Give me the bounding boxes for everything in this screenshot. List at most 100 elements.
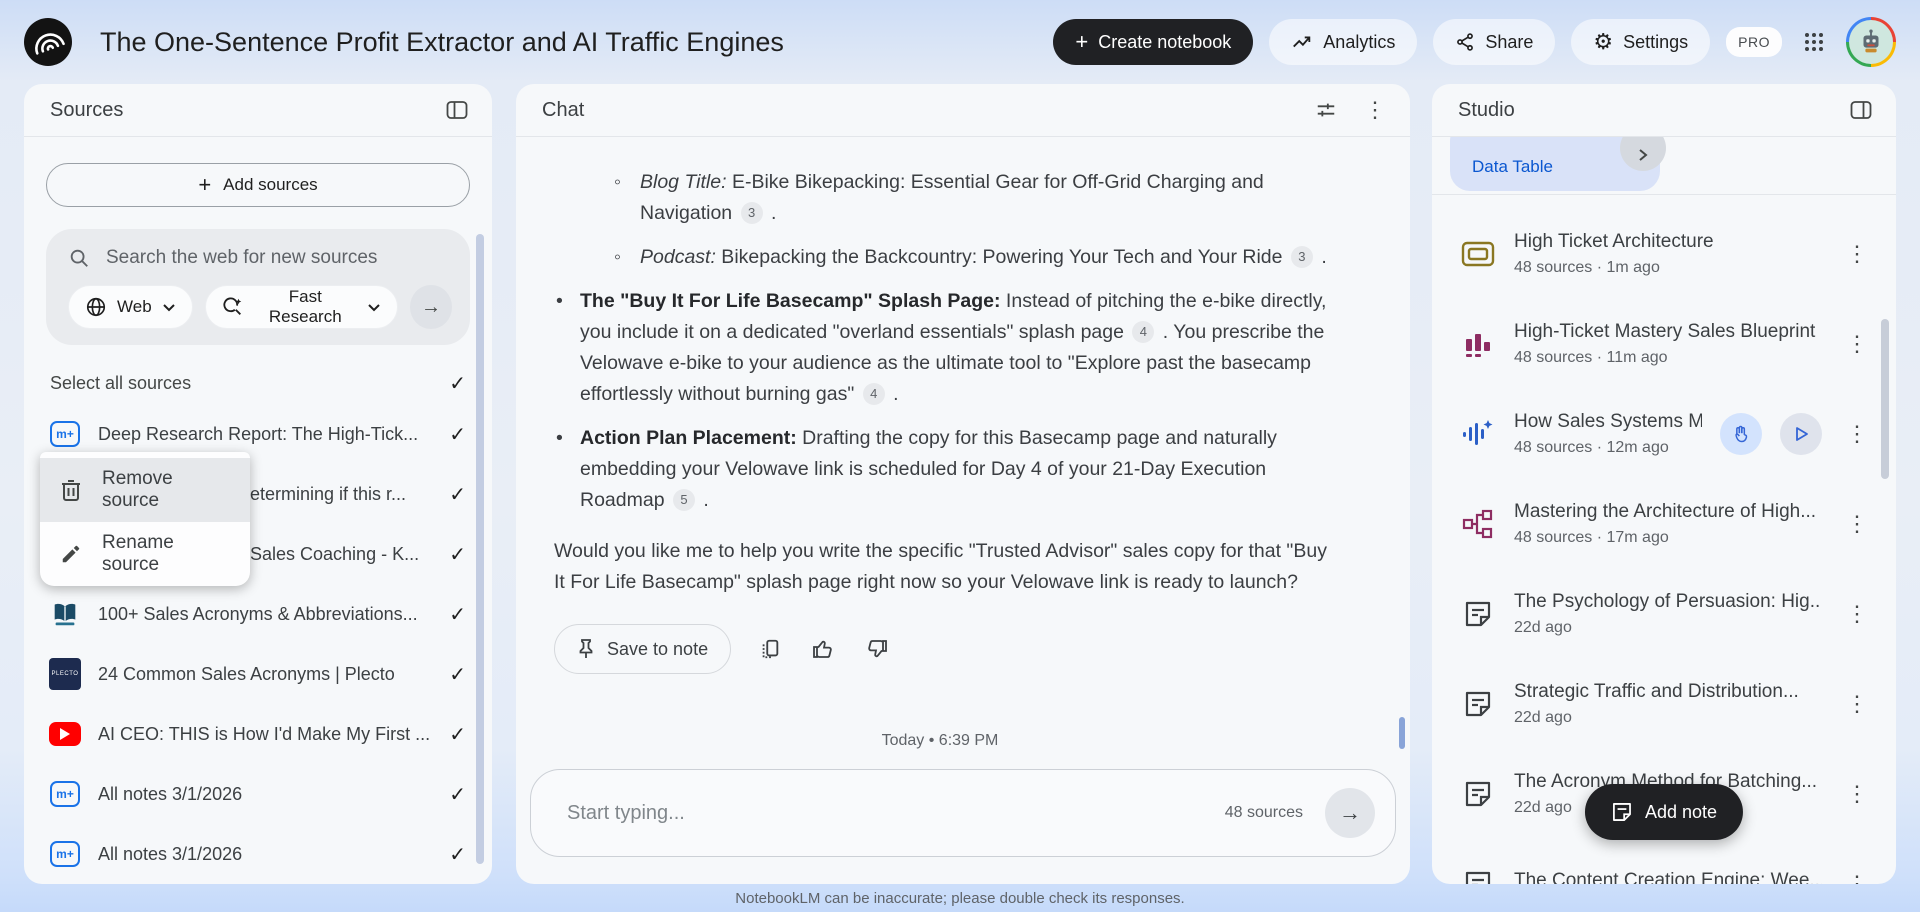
item-more-icon[interactable]: ⋮ [1840,237,1874,271]
expand-panel-icon[interactable] [1846,96,1876,124]
chat-message-area[interactable]: Blog Title: E-Bike Bikepacking: Essentia… [516,137,1410,753]
create-notebook-button[interactable]: + Create notebook [1053,19,1254,65]
data-table-label: Data Table [1472,157,1553,176]
item-more-icon[interactable]: ⋮ [1840,687,1874,721]
select-all-checkbox[interactable]: ✓ [449,371,466,396]
source-context-menu: Remove source Rename source [40,452,250,586]
add-sources-label: Add sources [223,175,318,194]
rename-source-label: Rename source [102,532,174,575]
source-checkbox[interactable]: ✓ [449,782,466,807]
source-row[interactable]: PLECTO 24 Common Sales Acronyms | Plecto… [24,644,492,704]
studio-item[interactable]: High-Ticket Mastery Sales Blueprint 48 s… [1432,299,1896,389]
item-more-icon[interactable]: ⋮ [1840,597,1874,631]
citation-badge[interactable]: 3 [740,201,763,224]
item-more-icon[interactable]: ⋮ [1840,507,1874,541]
chat-more-icon[interactable]: ⋮ [1360,93,1390,127]
research-mode-chip[interactable]: Fast Research [204,285,398,329]
citation-badge[interactable]: 4 [1132,320,1155,343]
citation-badge[interactable]: 4 [862,382,885,405]
chat-panel-title: Chat [542,98,585,121]
rename-source-menu-item[interactable]: Rename source [40,522,250,586]
studio-item[interactable]: Strategic Traffic and Distribution... 22… [1432,659,1896,749]
item-more-icon[interactable]: ⋮ [1840,327,1874,361]
studio-chip-zone: Data Table [1432,137,1896,195]
source-row[interactable]: m+ All notes 3/1/2026 ✓ [24,764,492,824]
studio-scrollbar[interactable] [1881,319,1889,479]
citation-badge[interactable]: 5 [672,488,695,511]
notebooklm-note-icon: m+ [48,777,82,811]
studio-item[interactable]: High Ticket Architecture 48 sources · 1m… [1432,209,1896,299]
web-filter-chip[interactable]: Web [68,285,193,329]
thumbs-down-icon[interactable] [863,635,891,663]
chat-bullet-blog: Blog Title: E-Bike Bikepacking: Essentia… [614,167,1340,229]
thumbs-up-icon[interactable] [809,635,837,663]
studio-panel: Studio Data Table High Ticket Architectu… [1432,84,1896,884]
citation-badge[interactable]: 3 [1290,245,1313,268]
remove-source-menu-item[interactable]: Remove source [40,458,250,522]
studio-item[interactable]: How Sales Systems Map... 48 sources · 12… [1432,389,1896,479]
source-row[interactable]: m+ All notes 3/1/2026 ✓ [24,824,492,884]
add-sources-button[interactable]: + Add sources [46,163,470,207]
search-submit-button[interactable]: → [409,285,452,329]
sources-scrollbar[interactable] [476,234,484,864]
chat-text-input[interactable] [567,801,1225,825]
note-icon [1460,776,1496,812]
studio-list: High Ticket Architecture 48 sources · 1m… [1432,195,1896,884]
source-checkbox[interactable]: ✓ [449,542,466,567]
source-checkbox[interactable]: ✓ [449,662,466,687]
item-more-icon[interactable]: ⋮ [1840,417,1874,451]
plus-icon: + [198,172,212,197]
source-checkbox[interactable]: ✓ [449,722,466,747]
pencil-icon [60,543,82,565]
page-title: The One-Sentence Profit Extractor and AI… [100,26,784,57]
search-icon [68,247,90,269]
send-button[interactable]: → [1325,788,1375,838]
plus-icon: + [1075,29,1089,54]
analytics-button[interactable]: Analytics [1269,19,1418,65]
item-more-icon[interactable]: ⋮ [1840,777,1874,811]
chat-bullet-basecamp: The "Buy It For Life Basecamp" Splash Pa… [556,286,1340,410]
collapse-panel-icon[interactable] [442,96,472,124]
play-button[interactable] [1780,413,1822,455]
notebooklm-note-icon: m+ [48,837,82,871]
apps-grid-icon[interactable] [1798,26,1830,58]
source-checkbox[interactable]: ✓ [449,482,466,507]
add-note-label: Add note [1644,801,1718,822]
chevron-down-icon [367,302,381,312]
notebooklm-note-icon: m+ [48,417,82,451]
settings-button[interactable]: ⚙ Settings [1571,19,1711,65]
chat-scrollbar[interactable] [1399,717,1405,749]
add-note-button[interactable]: Add note [1584,784,1744,840]
flowchart-icon [1460,506,1496,542]
chat-settings-icon[interactable] [1310,95,1342,125]
source-checkbox[interactable]: ✓ [449,842,466,867]
studio-item[interactable]: Mastering the Architecture of High... 48… [1432,479,1896,569]
web-search-box: Web Fast Research → [46,229,470,345]
chat-timestamp: Today • 6:39 PM [881,732,999,749]
interactive-mode-button[interactable] [1720,413,1762,455]
search-input[interactable] [106,247,452,269]
share-button[interactable]: Share [1433,19,1556,65]
note-icon [1460,866,1496,884]
source-checkbox[interactable]: ✓ [449,602,466,627]
book-icon [48,597,82,631]
studio-item[interactable]: The Content Creation Engine: Wee... ⋮ [1432,839,1896,884]
globe-icon [85,296,107,318]
studio-panel-title: Studio [1458,98,1515,121]
source-row[interactable]: AI CEO: THIS is How I'd Make My First ..… [24,704,492,764]
avatar[interactable] [1846,17,1896,67]
select-all-label: Select all sources [50,373,192,393]
source-row[interactable]: 100+ Sales Acronyms & Abbreviations... ✓ [24,584,492,644]
save-to-note-button[interactable]: Save to note [554,624,732,674]
notebooklm-logo[interactable] [24,18,72,66]
studio-item[interactable]: The Psychology of Persuasion: Hig... 22d… [1432,569,1896,659]
arrow-right-icon: → [420,295,441,318]
share-icon [1455,32,1475,52]
flashcards-icon [1460,236,1496,272]
select-all-row: Select all sources ✓ [50,371,466,396]
source-checkbox[interactable]: ✓ [449,422,466,447]
pro-badge: PRO [1726,27,1782,57]
item-more-icon[interactable]: ⋮ [1840,867,1874,884]
copy-icon[interactable] [757,635,783,663]
sources-panel-title: Sources [50,98,124,121]
